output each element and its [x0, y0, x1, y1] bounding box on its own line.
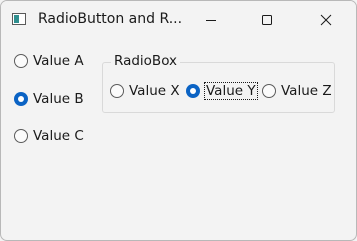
app-window: RadioButton and R... Value A Value B Val… — [0, 0, 357, 241]
radio-value-c[interactable]: Value C — [14, 128, 84, 144]
close-button[interactable] — [303, 1, 349, 39]
radiobox-label: RadioBox — [111, 53, 181, 69]
radio-value-z[interactable]: Value Z — [262, 83, 332, 99]
radio-unchecked-icon — [14, 129, 28, 143]
radio-value-y[interactable]: Value Y — [186, 82, 258, 100]
radio-label: Value A — [33, 53, 84, 69]
radio-unchecked-icon — [14, 54, 28, 68]
radio-label: Value B — [33, 91, 84, 107]
radio-label: Value Y — [204, 82, 258, 100]
minimize-icon — [206, 20, 216, 21]
radio-unchecked-icon — [110, 84, 124, 98]
radio-value-x[interactable]: Value X — [110, 83, 180, 99]
radio-label: Value X — [129, 83, 180, 99]
radio-unchecked-icon — [262, 84, 276, 98]
radio-checked-icon — [186, 84, 200, 98]
close-icon — [320, 14, 332, 26]
window-title: RadioButton and R... — [38, 11, 183, 27]
minimize-button[interactable] — [188, 1, 234, 39]
app-icon — [12, 13, 26, 25]
maximize-button[interactable] — [244, 1, 290, 39]
radio-checked-icon — [14, 92, 28, 106]
radio-label: Value C — [33, 128, 84, 144]
radio-value-b[interactable]: Value B — [14, 91, 84, 107]
radio-label: Value Z — [281, 83, 332, 99]
maximize-icon — [262, 15, 272, 25]
title-bar[interactable]: RadioButton and R... — [1, 1, 356, 39]
radio-value-a[interactable]: Value A — [14, 53, 84, 69]
